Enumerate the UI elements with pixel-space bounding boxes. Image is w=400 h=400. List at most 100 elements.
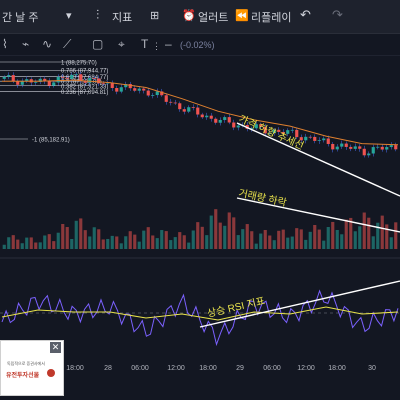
volume-bar (29, 237, 33, 249)
time-tick-label: 06:00 (263, 365, 281, 372)
volume-bar (16, 239, 20, 249)
interval-selector[interactable]: 간 날 주 (2, 9, 38, 25)
redo-icon[interactable]: ↷ (332, 7, 343, 23)
text-tool-menu-icon[interactable]: ⋮ (152, 41, 161, 52)
volume-bar (227, 212, 231, 249)
measure-icon[interactable]: ⌖ (118, 37, 125, 52)
volume-bar (160, 230, 164, 249)
replay-icon[interactable]: ⏪ (235, 9, 249, 22)
candle (70, 74, 74, 79)
candle (344, 143, 348, 147)
volume-bar (322, 240, 326, 249)
candle (74, 74, 78, 76)
volume-bar (128, 231, 132, 249)
volume-bar (169, 240, 173, 249)
volume-bar (25, 237, 29, 249)
volume-bar (137, 241, 141, 249)
volume-bar (34, 242, 38, 249)
candle (326, 138, 330, 144)
candle (385, 147, 389, 150)
volume-bar (268, 235, 272, 249)
rectangle-icon[interactable]: ▢ (92, 37, 103, 51)
candle (394, 145, 398, 150)
time-tick-label: 12:00 (167, 365, 185, 372)
alert-button[interactable]: 얼러트 (198, 9, 228, 25)
volume-bar (259, 233, 263, 249)
candle (380, 146, 384, 150)
indicators-icon[interactable]: ⫶ (96, 7, 99, 23)
interval-dropdown-icon[interactable]: ▾ (66, 9, 72, 22)
fib-level-label: 0.236 (87,094.81) (61, 90, 108, 96)
candle (61, 76, 65, 78)
volume-bar (7, 237, 11, 249)
volume-bar (79, 218, 83, 249)
candle (236, 125, 240, 128)
volume-bar (299, 229, 303, 249)
volume-bar (236, 235, 240, 249)
ad-close-icon[interactable]: ✕ (50, 342, 61, 353)
volume-bar (47, 234, 51, 249)
candle (133, 88, 137, 91)
text-icon[interactable]: T (141, 37, 148, 51)
volume-bar (344, 219, 348, 249)
volume-bar (308, 231, 312, 249)
candle (322, 138, 326, 141)
candle (335, 146, 339, 150)
candle (119, 87, 123, 92)
candle (191, 107, 195, 109)
candle (182, 109, 186, 112)
volume-bar (353, 231, 357, 249)
time-tick-label: 06:00 (131, 365, 149, 372)
volume-bar (20, 243, 24, 249)
candle (353, 146, 357, 149)
fib-level-label: 1 (88,275.70) (61, 61, 97, 67)
candle (308, 136, 312, 138)
volume-bar (92, 227, 96, 249)
candle (173, 102, 177, 104)
volume-bar (245, 224, 249, 249)
volume-bar (115, 236, 119, 249)
ad-title: 유전투자선물 (6, 373, 40, 379)
candle (295, 129, 299, 138)
volume-bar (146, 227, 150, 249)
volume-bar (380, 215, 384, 249)
candle (155, 91, 159, 96)
candle (290, 129, 294, 131)
candle (227, 117, 231, 123)
candle (115, 88, 119, 92)
volume-bar (317, 229, 321, 249)
alert-icon[interactable]: ⏰ (182, 9, 196, 22)
candle (11, 75, 15, 81)
volume-bar (173, 237, 177, 249)
channel-icon[interactable]: ⟋ (63, 37, 71, 52)
volume-bar (119, 243, 123, 249)
volume-bar (358, 226, 362, 249)
time-tick-label: 18:00 (328, 365, 346, 372)
candle (389, 145, 393, 148)
path-icon[interactable]: ∿ (42, 37, 52, 51)
volume-bar (205, 235, 209, 249)
volume-bar (263, 229, 267, 249)
indicators-button[interactable]: 지표 (112, 9, 132, 25)
price-change-label: (-0.02%) (180, 40, 215, 50)
undo-icon[interactable]: ↶ (300, 7, 311, 23)
candle (137, 88, 141, 91)
volume-bar (151, 235, 155, 249)
top-toolbar: 간 날 주 ▾ ⫶ 지표 ⊞ ⏰ 얼러트 ⏪ 리플레이 ↶ ↷ (0, 0, 400, 34)
replay-button[interactable]: 리플레이 (251, 9, 291, 25)
volume-bar (367, 217, 371, 249)
wave-pattern-icon[interactable]: ⌇ (2, 37, 8, 51)
candle (56, 76, 60, 83)
candle (2, 76, 6, 79)
candle (358, 146, 362, 149)
candle (101, 83, 105, 85)
volume-bar (124, 236, 128, 249)
templates-icon[interactable]: ⊞ (150, 9, 159, 22)
volume-bar (38, 242, 42, 249)
time-tick-label: 12:00 (297, 365, 315, 372)
volume-bar (326, 226, 330, 249)
volume-bar (52, 241, 56, 249)
volume-bar (74, 220, 78, 249)
zigzag-icon[interactable]: ⌁ (22, 37, 29, 51)
minus-icon[interactable]: – (165, 37, 172, 51)
